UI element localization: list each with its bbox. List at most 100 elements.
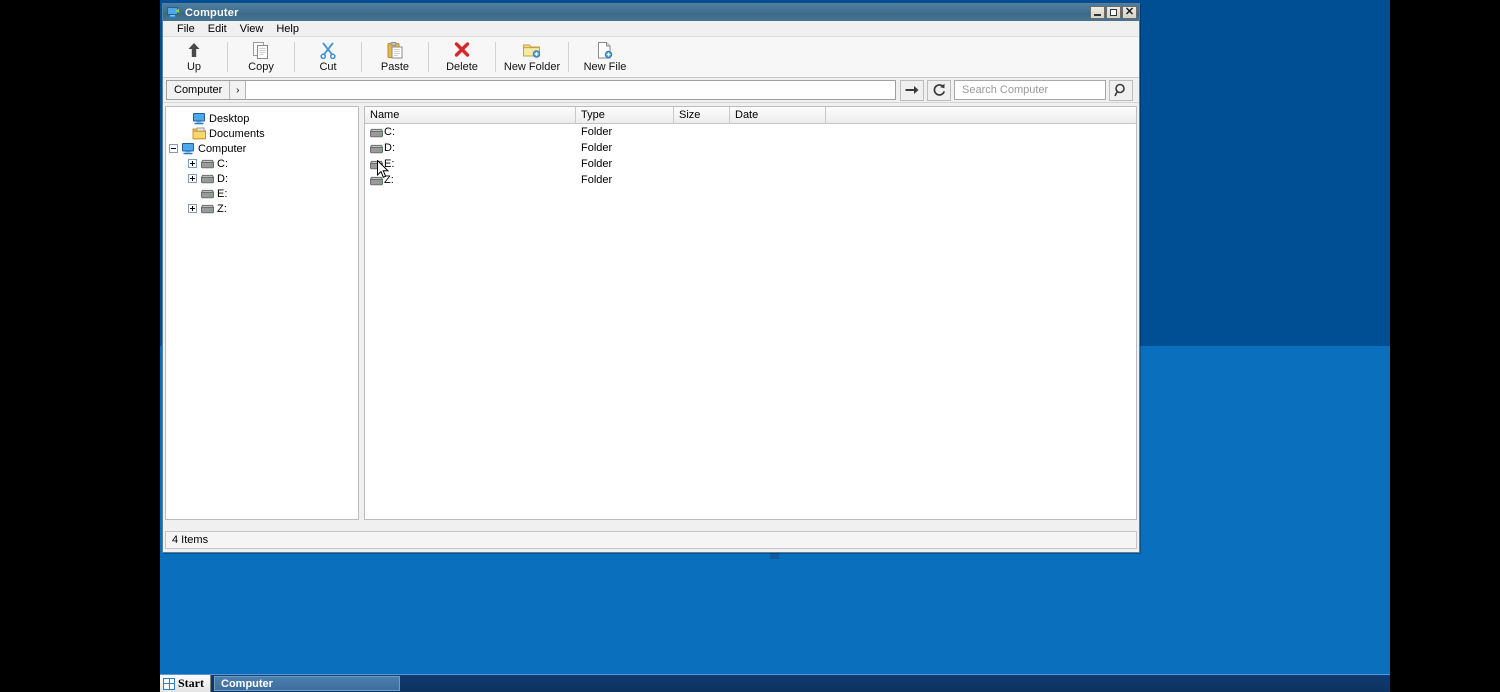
menu-item-edit[interactable]: Edit bbox=[202, 22, 234, 36]
file-name-cell: E: bbox=[365, 158, 576, 171]
search-input-wrapper[interactable] bbox=[954, 80, 1106, 100]
tree-label-documents: Documents bbox=[209, 128, 265, 140]
table-row[interactable]: D: Folder bbox=[365, 140, 1136, 156]
copy-icon bbox=[250, 40, 272, 60]
red-x-icon bbox=[451, 40, 473, 60]
file-type-cell: Folder bbox=[576, 126, 674, 138]
column-header-type[interactable]: Type bbox=[576, 107, 674, 123]
tree-label-c-drive: C: bbox=[217, 158, 228, 170]
start-button-label: Start bbox=[178, 676, 204, 691]
folder-tree-panel[interactable]: Desktop Documents bbox=[165, 106, 359, 520]
tree-node-desktop[interactable]: Desktop bbox=[166, 111, 358, 126]
magnifier-icon bbox=[1114, 83, 1128, 97]
tree-label-d-drive: D: bbox=[217, 173, 228, 185]
menu-item-file[interactable]: File bbox=[171, 22, 202, 36]
drive-icon bbox=[200, 172, 215, 185]
tree-node-z-drive[interactable]: Z: bbox=[166, 201, 358, 216]
folder-tree: Desktop Documents bbox=[166, 107, 358, 216]
arrow-up-icon bbox=[183, 40, 205, 60]
breadcrumb[interactable]: Computer › bbox=[166, 80, 896, 100]
window-titlebar[interactable]: Computer ✕ bbox=[163, 4, 1139, 21]
start-button[interactable]: Start bbox=[160, 675, 211, 692]
go-button[interactable] bbox=[900, 80, 924, 101]
column-header-name[interactable]: Name bbox=[365, 107, 576, 123]
column-header-size[interactable]: Size bbox=[674, 107, 730, 123]
file-name-label: C: bbox=[384, 126, 395, 138]
toolbar-button-new-folder[interactable]: New Folder bbox=[498, 39, 566, 76]
computer-icon bbox=[167, 7, 180, 19]
toolbar-button-new-file[interactable]: New File bbox=[571, 39, 639, 76]
maximize-button[interactable] bbox=[1106, 6, 1121, 19]
file-list-header: Name Type Size Date bbox=[365, 107, 1136, 124]
tree-label-e-drive: E: bbox=[217, 188, 227, 200]
toolbar-separator-1 bbox=[227, 42, 228, 72]
menu-item-view[interactable]: View bbox=[234, 22, 271, 36]
toolbar-button-paste[interactable]: Paste bbox=[364, 39, 426, 76]
taskbar: Start Computer bbox=[160, 674, 1390, 692]
folder-icon bbox=[192, 127, 207, 140]
computer-icon bbox=[181, 142, 196, 155]
tree-label-desktop: Desktop bbox=[209, 113, 249, 125]
close-button[interactable]: ✕ bbox=[1122, 6, 1137, 19]
toolbar: Up Copy Cut bbox=[163, 37, 1139, 78]
drive-icon bbox=[369, 142, 384, 155]
tree-expander-computer[interactable] bbox=[169, 144, 178, 153]
drive-icon bbox=[200, 202, 215, 215]
table-row[interactable]: C: Folder bbox=[365, 124, 1136, 140]
toolbar-button-copy[interactable]: Copy bbox=[230, 39, 292, 76]
tree-node-computer[interactable]: Computer bbox=[166, 141, 358, 156]
toolbar-separator-2 bbox=[294, 42, 295, 72]
arrow-right-icon bbox=[905, 84, 919, 96]
menu-item-help[interactable]: Help bbox=[270, 22, 306, 36]
desktop-icon bbox=[192, 112, 207, 125]
taskbar-item-label: Computer bbox=[221, 678, 273, 690]
address-bar: Computer › bbox=[163, 78, 1139, 103]
tree-node-documents[interactable]: Documents bbox=[166, 126, 358, 141]
minimize-button[interactable] bbox=[1090, 6, 1105, 19]
file-name-label: Z: bbox=[384, 174, 394, 186]
refresh-icon bbox=[932, 83, 946, 97]
toolbar-separator-6 bbox=[568, 42, 569, 72]
file-name-label: E: bbox=[384, 158, 394, 170]
column-header-date[interactable]: Date bbox=[730, 107, 826, 123]
toolbar-separator-4 bbox=[428, 42, 429, 72]
window-controls: ✕ bbox=[1090, 6, 1137, 19]
toolbar-label-new-folder: New Folder bbox=[504, 61, 560, 73]
table-row[interactable]: E: Folder bbox=[365, 156, 1136, 172]
file-manager-window: Computer ✕ File Edit View Help Up bbox=[162, 3, 1140, 553]
search-button[interactable] bbox=[1109, 80, 1133, 101]
toolbar-label-delete: Delete bbox=[446, 61, 478, 73]
tree-node-d-drive[interactable]: D: bbox=[166, 171, 358, 186]
drive-icon bbox=[369, 158, 384, 171]
file-name-cell: C: bbox=[365, 126, 576, 139]
toolbar-button-up[interactable]: Up bbox=[163, 39, 225, 76]
tree-expander-d-drive[interactable] bbox=[188, 174, 197, 183]
chevron-right-icon[interactable]: › bbox=[230, 81, 246, 99]
refresh-button[interactable] bbox=[927, 80, 951, 101]
table-row[interactable]: Z: Folder bbox=[365, 172, 1136, 188]
toolbar-label-up: Up bbox=[187, 61, 201, 73]
drive-icon bbox=[369, 126, 384, 139]
toolbar-button-delete[interactable]: Delete bbox=[431, 39, 493, 76]
file-type-cell: Folder bbox=[576, 142, 674, 154]
toolbar-label-paste: Paste bbox=[381, 61, 409, 73]
file-list-panel[interactable]: Name Type Size Date C: bbox=[364, 106, 1137, 520]
toolbar-label-copy: Copy bbox=[248, 61, 274, 73]
tree-expander-z-drive[interactable] bbox=[188, 204, 197, 213]
breadcrumb-item-computer[interactable]: Computer bbox=[167, 81, 230, 99]
tree-expander-c-drive[interactable] bbox=[188, 159, 197, 168]
tree-label-computer: Computer bbox=[198, 143, 246, 155]
tree-node-e-drive[interactable]: E: bbox=[166, 186, 358, 201]
taskbar-item-computer[interactable]: Computer bbox=[214, 676, 400, 691]
toolbar-label-cut: Cut bbox=[319, 61, 336, 73]
scissors-icon bbox=[317, 40, 339, 60]
tree-label-z-drive: Z: bbox=[217, 203, 227, 215]
tree-node-c-drive[interactable]: C: bbox=[166, 156, 358, 171]
status-bar-text: 4 Items bbox=[172, 534, 208, 546]
file-name-cell: D: bbox=[365, 142, 576, 155]
drive-icon bbox=[200, 187, 215, 200]
windows-logo-icon bbox=[163, 678, 175, 690]
file-type-cell: Folder bbox=[576, 174, 674, 186]
search-input[interactable] bbox=[960, 83, 1105, 97]
toolbar-button-cut[interactable]: Cut bbox=[297, 39, 359, 76]
